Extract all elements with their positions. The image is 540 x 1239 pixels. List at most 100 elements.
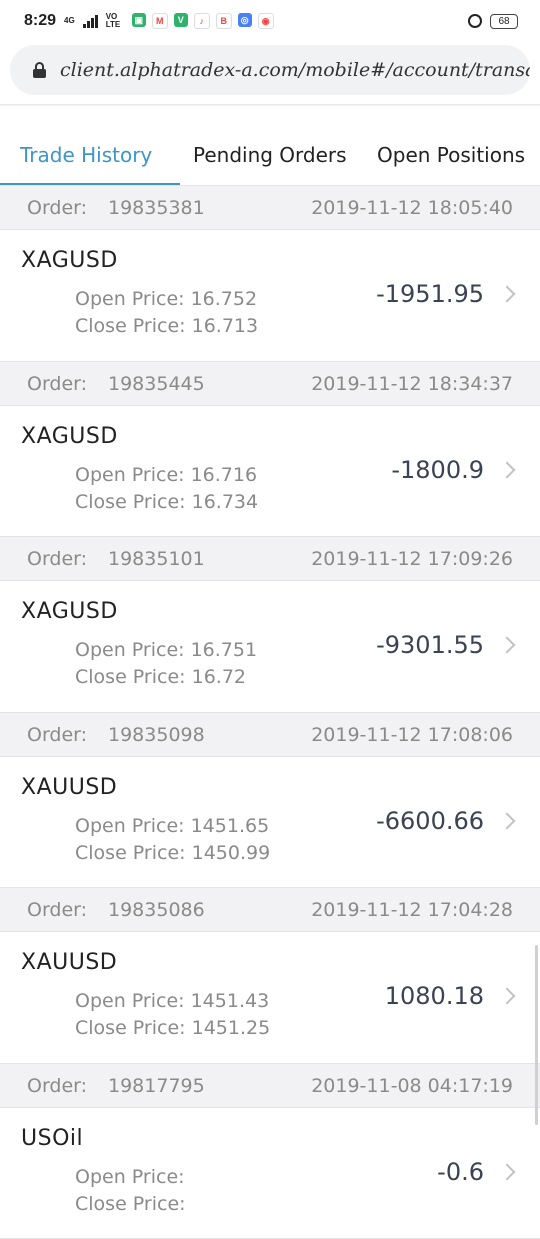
order-symbol: XAGUSD [21,599,118,624]
status-time: 8:29 [24,12,56,30]
chrome-icon: ◉ [258,13,274,29]
close-price-value: 16.713 [192,315,258,337]
order-row[interactable]: USOil Open Price: Close Price: -0.6 [0,1108,540,1239]
order-item: Order: 19835381 2019-11-12 18:05:40 XAGUSD O… [0,186,540,362]
order-label: Order: [27,548,87,570]
order-symbol: USOil [21,1126,83,1151]
order-pnl: 1080.18 [385,982,484,1010]
network-type: 4G [64,17,75,25]
order-header: Order:198177952019-11-08 04:17:19 [0,1064,540,1108]
open-price-line: Open Price: 1451.65 [75,815,269,837]
chevron-right-icon[interactable] [499,812,516,829]
open-price-line: Open Price: 16.716 [75,464,257,486]
chevron-right-icon[interactable] [499,988,516,1005]
open-price-value: 16.716 [191,464,257,486]
close-price-line: Close Price: 1451.25 [75,1017,270,1039]
open-price-line: Open Price: 16.752 [75,288,257,310]
close-price-value: 1451.25 [192,1017,271,1039]
lock-icon[interactable] [33,62,46,78]
order-datetime: 2019-11-12 18:34:37 [311,373,513,395]
order-datetime: 2019-11-12 17:09:26 [311,548,513,570]
order-pnl: -6600.66 [376,807,484,835]
order-row[interactable]: XAUUSDOpen Price: 1451.65Close Price: 14… [0,757,540,889]
bold-app-icon: B [216,13,232,29]
order-symbol: XAGUSD [21,424,118,449]
chevron-right-icon[interactable] [499,461,516,478]
tab-bar: Trade History Pending Orders Open Positi… [0,126,540,186]
order-header: Order: 19835381 2019-11-12 18:05:40 [0,186,540,230]
close-price-value: 16.734 [192,491,258,513]
close-price-line: Close Price: 16.713 [75,315,258,337]
open-price-line: Open Price: [75,1166,185,1188]
battery-level: 68 [498,16,509,27]
notification-icons: ▣MV♪B◎◉ [132,13,274,29]
order-header: Order: 19835445 2019-11-12 18:34:37 [0,362,540,406]
order-pnl: -0.6 [437,1158,484,1186]
close-price-line: Close Price: 16.72 [75,666,246,688]
trade-history-list: Order:198353812019-11-12 18:05:40XAGUSDO… [0,186,540,1239]
tab-pending-orders[interactable]: Pending Orders [193,126,347,186]
open-price-label: Open Price: [75,1166,185,1188]
battery-icon: 68 [490,14,518,29]
toolbar-shadow [0,104,540,107]
open-price-value: 1451.65 [191,815,270,837]
vpn-app-icon: V [174,13,188,27]
order-id: 19817795 [108,1075,205,1097]
order-item: Order:198350862019-11-12 17:04:28XAUUSDO… [0,888,540,1064]
order-row[interactable]: XAUUSDOpen Price: 1451.43Close Price: 14… [0,932,540,1064]
scrollbar[interactable] [535,945,538,1125]
close-price-line: Close Price: [75,1193,186,1215]
open-price-value: 16.752 [191,288,257,310]
blue-app-icon: ◎ [238,13,252,27]
gmail-icon: M [152,13,168,29]
order-header: Order: 19835086 2019-11-12 17:04:28 [0,888,540,932]
close-price-label: Close Price: [75,666,186,688]
order-row[interactable]: XAGUSD Open Price: 16.716 Close Price: 16.… [0,406,540,538]
order-datetime: 2019-11-08 04:17:19 [311,1075,513,1097]
order-row[interactable]: XAGUSDOpen Price: 16.752Close Price: 16.… [0,230,540,362]
order-header: Order:198351012019-11-12 17:09:26 [0,537,540,581]
order-pnl: -9301.55 [376,631,484,659]
open-price-label: Open Price: [75,990,185,1012]
order-id: 19835445 [108,373,205,395]
order-datetime: 2019-11-12 17:04:28 [311,899,513,921]
order-pnl: -1800.9 [391,456,484,484]
order-symbol: XAUUSD [21,775,117,800]
order-row[interactable]: XAGUSDOpen Price: 16.751Close Price: 16.… [0,581,540,713]
signal-icon [83,15,98,28]
chevron-right-icon[interactable] [499,286,516,303]
open-price-label: Open Price: [75,639,185,661]
close-price-value: 16.72 [192,666,246,688]
address-bar[interactable]: client.alphatradex-a.com/mobile#/account… [10,45,530,95]
status-left: 8:29 4G VO LTE ▣MV♪B◎◉ [24,12,274,30]
order-id: 19835086 [108,899,205,921]
order-id: 19835381 [108,197,205,219]
volte-indicator: VO LTE [106,13,124,29]
close-price-line: Close Price: 16.734 [75,491,258,513]
order-label: Order: [27,724,87,746]
order-label: Order: [27,373,87,395]
order-item: Order:198177952019-11-08 04:17:19USOilOp… [0,1064,540,1239]
open-price-value: 1451.43 [191,990,270,1012]
close-price-label: Close Price: [75,1193,186,1215]
close-price-value: 1450.99 [192,842,271,864]
order-item: Order: 19835445 2019-11-12 18:34:37 XAGUSD O… [0,362,540,538]
order-item: Order:198350982019-11-12 17:08:06XAUUSDO… [0,713,540,889]
close-price-label: Close Price: [75,1017,186,1039]
chevron-right-icon[interactable] [499,637,516,654]
open-price-label: Open Price: [75,464,185,486]
order-id: 19835098 [108,724,205,746]
open-price-line: Open Price: 1451.43 [75,990,269,1012]
tab-open-positions[interactable]: Open Positions [377,126,525,186]
open-price-value: 16.751 [191,639,257,661]
chevron-right-icon[interactable] [499,1163,516,1180]
tab-trade-history[interactable]: Trade History [20,126,152,186]
close-price-label: Close Price: [75,315,186,337]
url-text[interactable]: client.alphatradex-a.com/mobile#/account… [60,59,530,81]
order-label: Order: [27,899,87,921]
open-price-label: Open Price: [75,288,185,310]
order-item: Order:198351012019-11-12 17:09:26 XAGUSD O… [0,537,540,713]
order-datetime: 2019-11-12 18:05:40 [311,197,513,219]
order-label: Order: [27,197,87,219]
order-symbol: XAGUSD [21,248,118,273]
